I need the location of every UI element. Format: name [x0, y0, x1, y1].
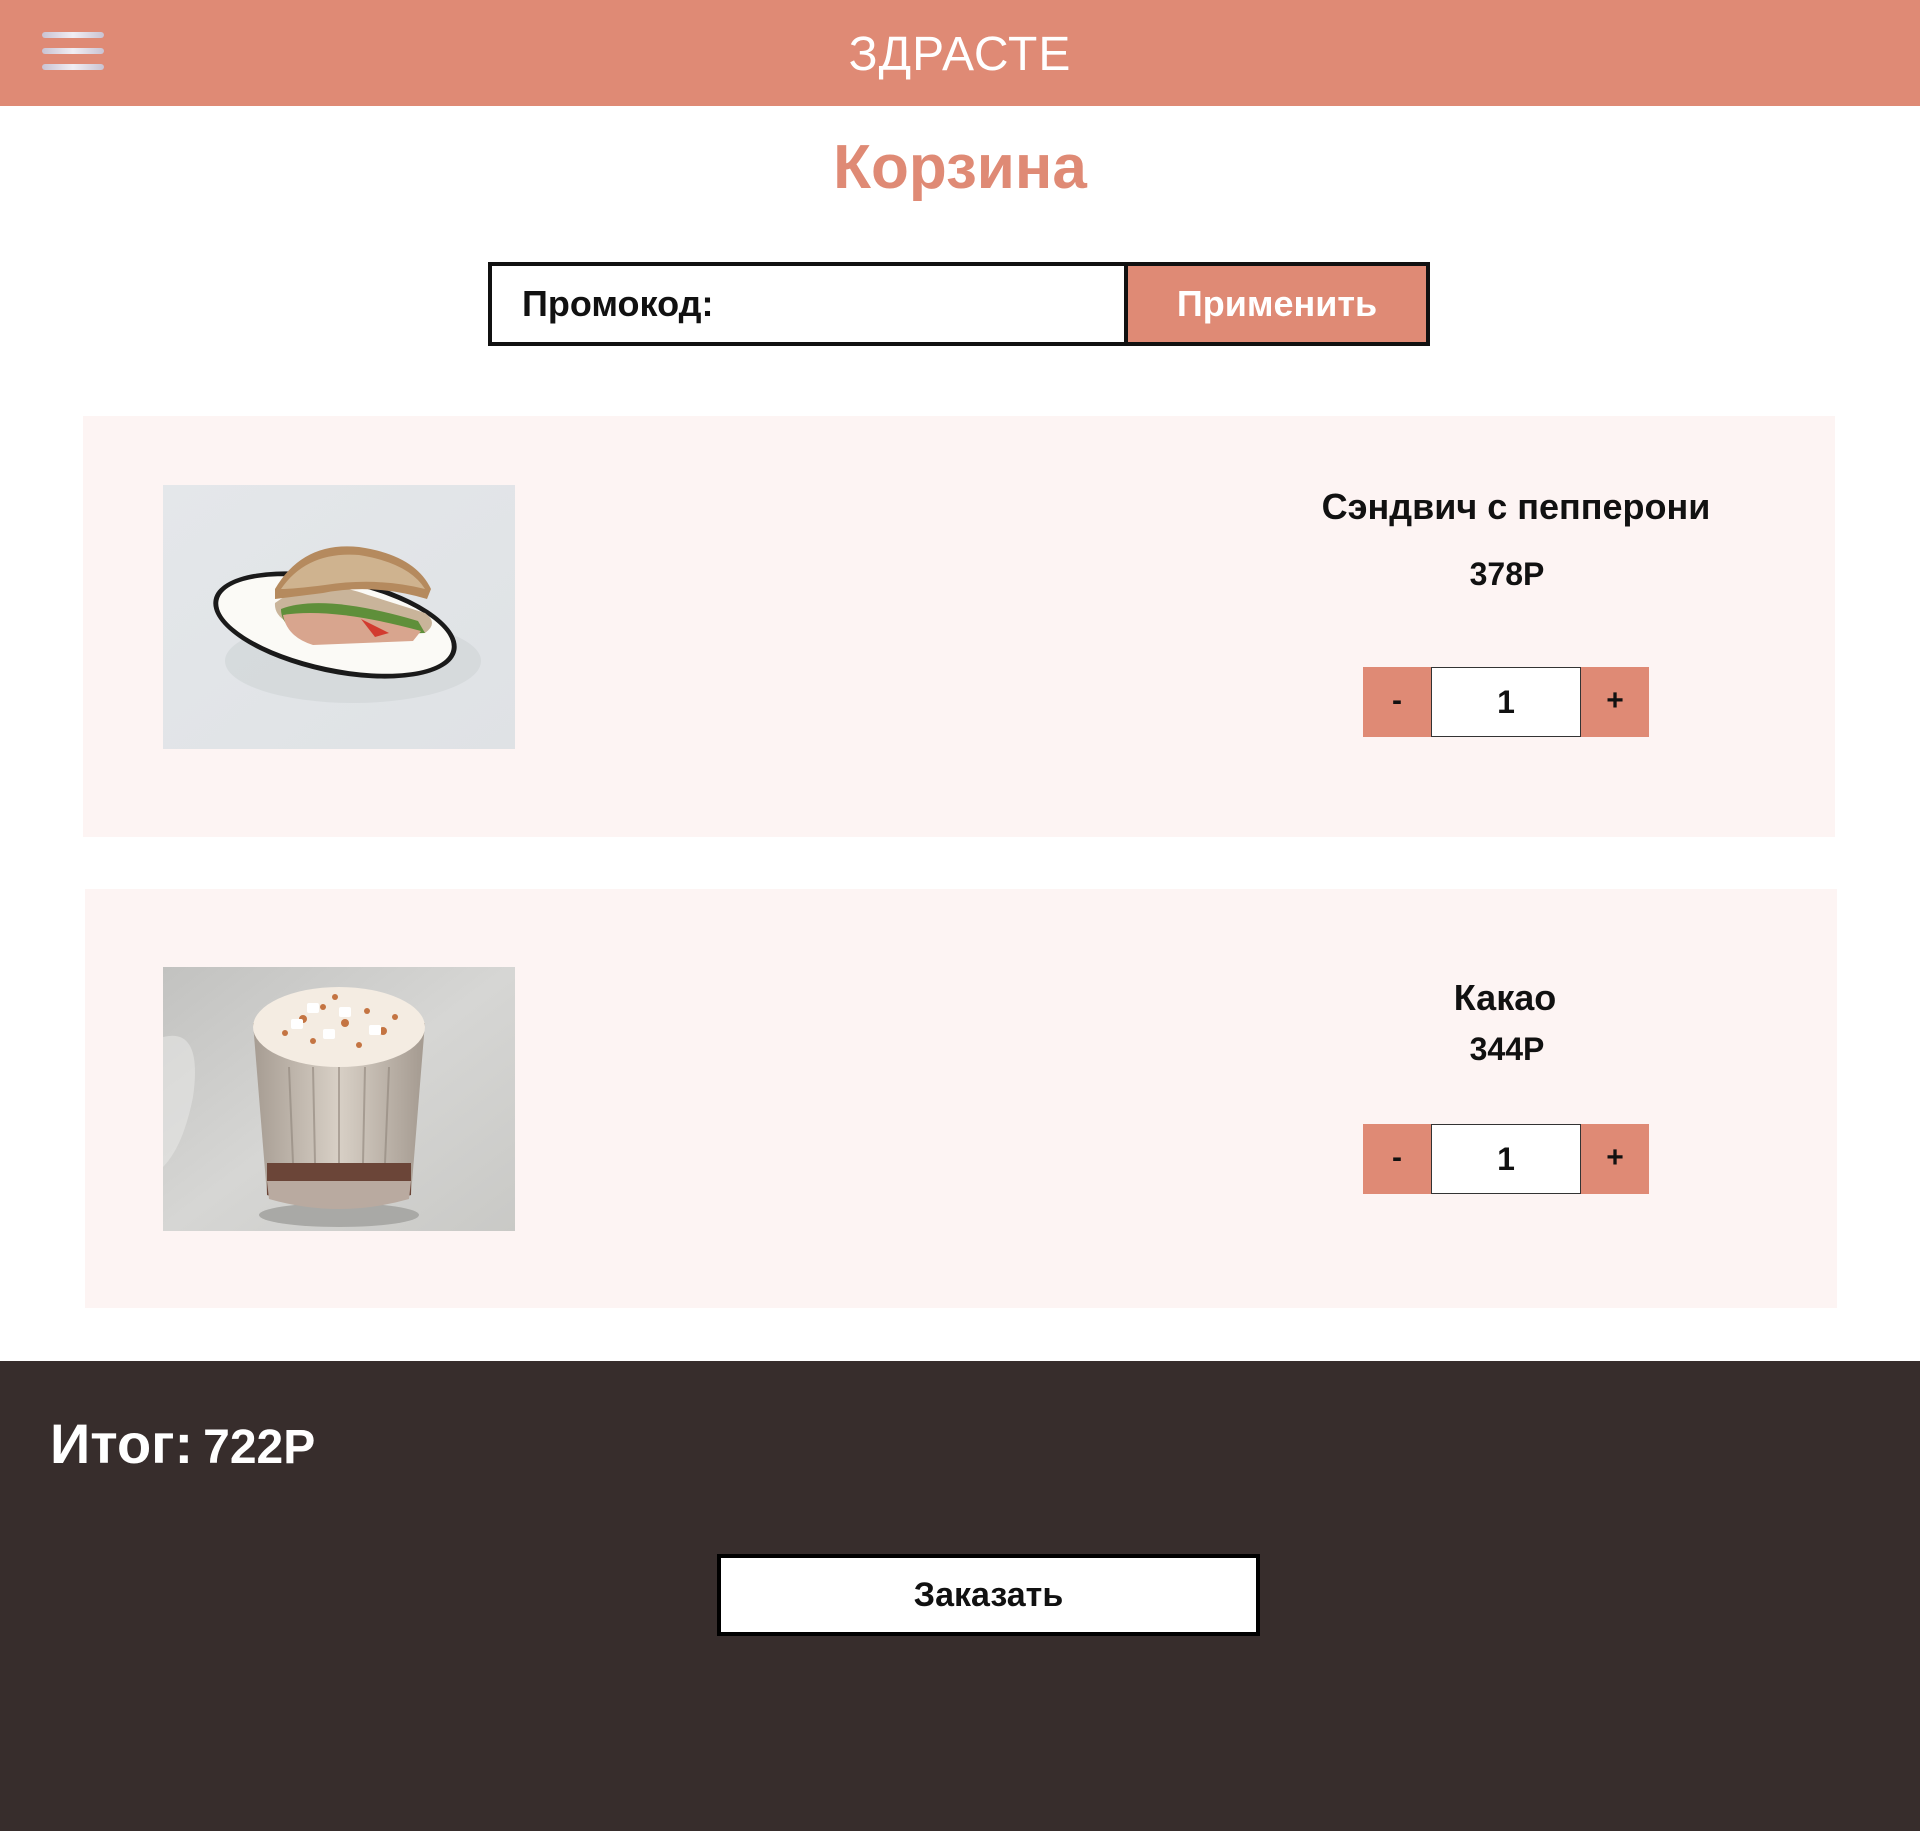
- product-name: Какао: [1453, 977, 1557, 1018]
- promo-code-input[interactable]: [492, 266, 1124, 342]
- promo-code-form: Применить: [488, 262, 1430, 346]
- order-total: Итог: 722Р: [50, 1411, 315, 1476]
- product-image-sandwich: [163, 485, 515, 749]
- place-order-button[interactable]: Заказать: [717, 1554, 1260, 1636]
- apply-promo-button[interactable]: Применить: [1124, 266, 1426, 342]
- product-price: 344Р: [1469, 1031, 1545, 1067]
- quantity-field[interactable]: 1: [1431, 667, 1581, 737]
- product-price: 378Р: [1469, 556, 1545, 592]
- cart-item: Сэндвич с пепперони 378Р - 1 +: [83, 416, 1835, 837]
- product-name: Сэндвич с пепперони: [1321, 486, 1711, 527]
- page-title: Корзина: [833, 133, 1087, 202]
- decrease-quantity-button[interactable]: -: [1363, 667, 1431, 737]
- decrease-quantity-button[interactable]: -: [1363, 1124, 1431, 1194]
- header: ЗДРАСТЕ: [0, 0, 1920, 106]
- quantity-stepper: - 1 +: [1363, 667, 1649, 737]
- quantity-field[interactable]: 1: [1431, 1124, 1581, 1194]
- quantity-stepper: - 1 +: [1363, 1124, 1649, 1194]
- order-summary-footer: Итог: 722Р Заказать: [0, 1361, 1920, 1831]
- total-value: 722Р: [203, 1421, 316, 1474]
- product-image-cocoa: [163, 967, 515, 1231]
- brand-logo-text[interactable]: ЗДРАСТЕ: [0, 0, 1920, 106]
- increase-quantity-button[interactable]: +: [1581, 1124, 1649, 1194]
- total-label: Итог:: [50, 1412, 194, 1475]
- sandwich-photo: [163, 485, 515, 749]
- cart-item: Какао 344Р - 1 +: [85, 889, 1837, 1308]
- increase-quantity-button[interactable]: +: [1581, 667, 1649, 737]
- cocoa-photo: [163, 967, 515, 1231]
